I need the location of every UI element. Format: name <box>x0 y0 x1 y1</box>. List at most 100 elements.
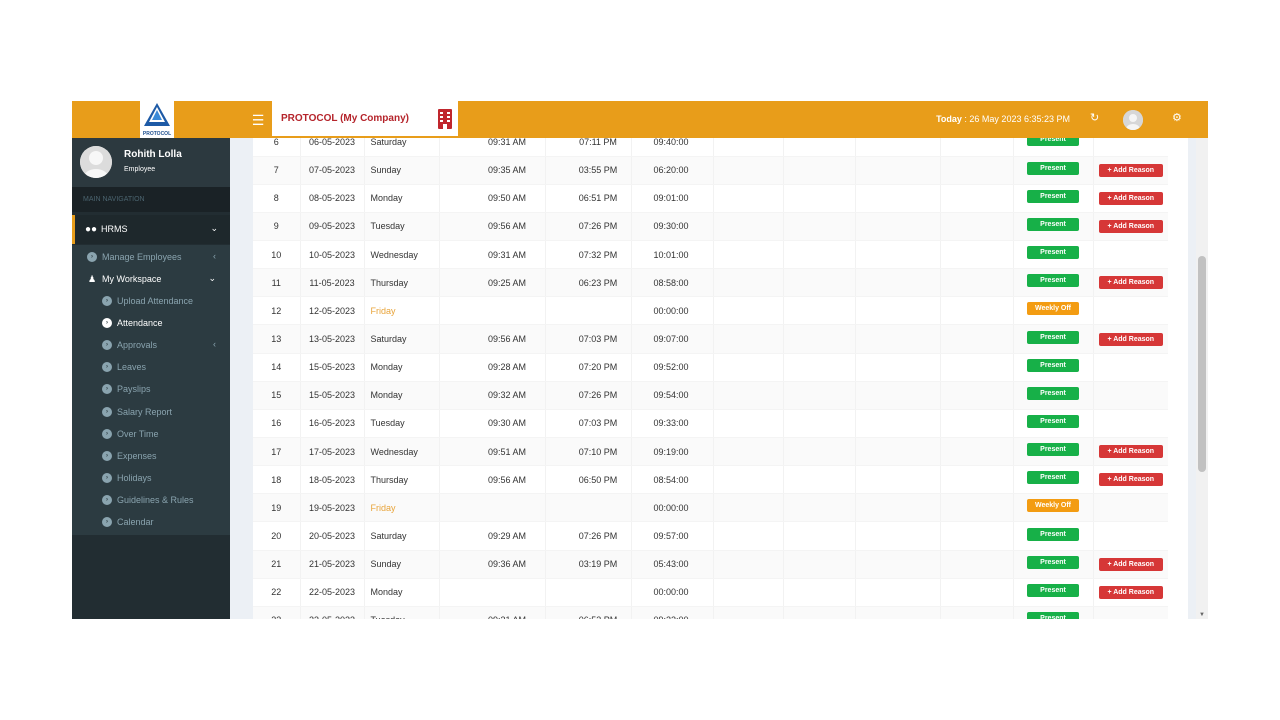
row-action: + Add Reason <box>1093 268 1168 298</box>
status-badge-present: Present <box>1027 583 1079 597</box>
row-status: Present <box>1013 268 1094 298</box>
sidebar-item-over-time[interactable]: › Over Time <box>72 425 230 445</box>
scroll-down-arrow-icon[interactable]: ▼ <box>1199 612 1205 618</box>
company-tab[interactable]: PROTOCOL (My Company) <box>272 101 458 138</box>
sidebar-item-hrms[interactable]: ●● HRMS ⌄ <box>72 215 230 244</box>
sidebar-item-expenses[interactable]: › Expenses <box>72 447 230 467</box>
table-row: 21 21-05-2023 Sunday 09:36 AM 03:19 PM 05:43:… <box>253 550 1168 579</box>
row-out-time: 07:32 PM <box>545 240 632 270</box>
empty-cell <box>783 409 856 439</box>
attendance-table: 6 06-05-2023 Saturday 09:31 AM 07:11 PM 09:40… <box>253 138 1168 619</box>
add-reason-button[interactable]: + Add Reason <box>1098 557 1163 571</box>
top-header: PROTOCOL ☰ PROTOCOL (My Company) Today :… <box>72 101 1208 138</box>
add-reason-button[interactable]: + Add Reason <box>1098 332 1163 346</box>
row-action: + Add Reason <box>1093 184 1168 213</box>
row-total-hours: 09:01:00 <box>631 184 714 213</box>
circle-arrow-icon: › <box>102 362 112 372</box>
header-avatar[interactable] <box>1123 110 1143 130</box>
row-in-time: 09:30 AM <box>439 409 546 439</box>
empty-cell <box>783 606 856 619</box>
empty-cell <box>940 493 1014 523</box>
row-action <box>1093 138 1168 157</box>
main-navigation-header: MAIN NAVIGATION <box>72 187 230 212</box>
building-icon[interactable] <box>437 108 453 130</box>
sidebar-item-salary-report[interactable]: › Salary Report <box>72 403 230 423</box>
sidebar-item-approvals[interactable]: › Approvals ‹ <box>72 336 230 356</box>
empty-cell <box>783 324 856 354</box>
row-total-hours: 09:33:00 <box>631 409 714 439</box>
sidebar-item-holidays[interactable]: › Holidays <box>72 469 230 489</box>
sidebar-item-calendar[interactable]: › Calendar <box>72 513 230 533</box>
empty-cell <box>783 521 856 551</box>
scrollbar-thumb[interactable] <box>1198 256 1206 472</box>
add-reason-button[interactable]: + Add Reason <box>1098 473 1163 487</box>
empty-cell <box>713 521 784 551</box>
row-in-time: 09:51 AM <box>439 437 546 467</box>
circle-arrow-icon: › <box>102 318 112 328</box>
row-number: 6 <box>253 138 301 157</box>
row-out-time: 06:50 PM <box>545 465 632 495</box>
sidebar-item-attendance[interactable]: › Attendance <box>72 314 230 334</box>
add-reason-button[interactable]: + Add Reason <box>1098 219 1163 233</box>
row-action: + Add Reason <box>1093 437 1168 467</box>
sidebar-item-leaves[interactable]: › Leaves <box>72 358 230 378</box>
empty-cell <box>713 212 784 242</box>
row-status: Present <box>1013 465 1094 495</box>
circle-arrow-icon: › <box>102 495 112 505</box>
row-number: 22 <box>253 578 301 607</box>
empty-cell <box>855 156 941 185</box>
row-number: 14 <box>253 353 301 382</box>
add-reason-button[interactable]: + Add Reason <box>1098 585 1163 599</box>
table-row: 11 11-05-2023 Thursday 09:25 AM 06:23 PM 08:5… <box>253 268 1168 298</box>
sidebar-item-my-workspace[interactable]: ♟ My Workspace ⌄ <box>72 270 230 290</box>
settings-gears-icon[interactable]: ⚙ <box>1172 111 1182 124</box>
row-status: Present <box>1013 521 1094 551</box>
company-logo[interactable]: PROTOCOL <box>140 101 174 138</box>
main-content: 6 06-05-2023 Saturday 09:31 AM 07:11 PM 09:40… <box>230 138 1208 619</box>
history-icon[interactable]: ↻ <box>1090 111 1099 124</box>
row-out-time: 07:11 PM <box>545 138 632 157</box>
empty-cell <box>940 381 1014 410</box>
empty-cell <box>713 138 784 157</box>
sidebar-item-manage-employees[interactable]: › Manage Employees ‹ <box>72 248 230 268</box>
row-date: 18-05-2023 <box>300 465 365 495</box>
sidebar-item-upload-attendance[interactable]: › Upload Attendance <box>72 292 230 312</box>
circle-arrow-icon: › <box>102 296 112 306</box>
status-badge-present: Present <box>1027 138 1079 147</box>
row-day: Tuesday <box>364 606 440 619</box>
hamburger-menu-icon[interactable]: ☰ <box>248 110 268 130</box>
sidebar-item-label: Guidelines & Rules <box>117 495 194 505</box>
row-in-time <box>439 493 546 523</box>
users-icon: ●● <box>85 224 98 235</box>
empty-cell <box>713 296 784 326</box>
empty-cell <box>855 381 941 410</box>
add-reason-button[interactable]: + Add Reason <box>1098 163 1163 177</box>
row-action <box>1093 381 1168 410</box>
row-status: Present <box>1013 381 1094 410</box>
row-status: Present <box>1013 324 1094 354</box>
add-reason-button[interactable]: + Add Reason <box>1098 276 1163 290</box>
row-day: Saturday <box>364 138 440 157</box>
empty-cell <box>783 465 856 495</box>
company-name: PROTOCOL (My Company) <box>281 113 409 124</box>
row-date: 06-05-2023 <box>300 138 365 157</box>
row-date: 16-05-2023 <box>300 409 365 439</box>
row-total-hours: 00:00:00 <box>631 493 714 523</box>
circle-arrow-icon: › <box>102 473 112 483</box>
empty-cell <box>783 493 856 523</box>
status-badge-present: Present <box>1027 161 1079 175</box>
status-badge-present: Present <box>1027 274 1079 288</box>
status-badge-present: Present <box>1027 330 1079 344</box>
sidebar-item-payslips[interactable]: › Payslips <box>72 380 230 400</box>
add-reason-button[interactable]: + Add Reason <box>1098 445 1163 459</box>
empty-cell <box>855 240 941 270</box>
row-total-hours: 09:22:00 <box>631 606 714 619</box>
row-status: Present <box>1013 156 1094 185</box>
empty-cell <box>855 353 941 382</box>
add-reason-button[interactable]: + Add Reason <box>1098 191 1163 205</box>
vertical-scrollbar[interactable]: ▼ <box>1196 138 1208 619</box>
sidebar-item-label: My Workspace <box>102 274 162 284</box>
empty-cell <box>713 550 784 579</box>
chevron-left-icon: ‹ <box>213 251 216 261</box>
sidebar-item-guidelines-rules[interactable]: › Guidelines & Rules <box>72 491 230 511</box>
